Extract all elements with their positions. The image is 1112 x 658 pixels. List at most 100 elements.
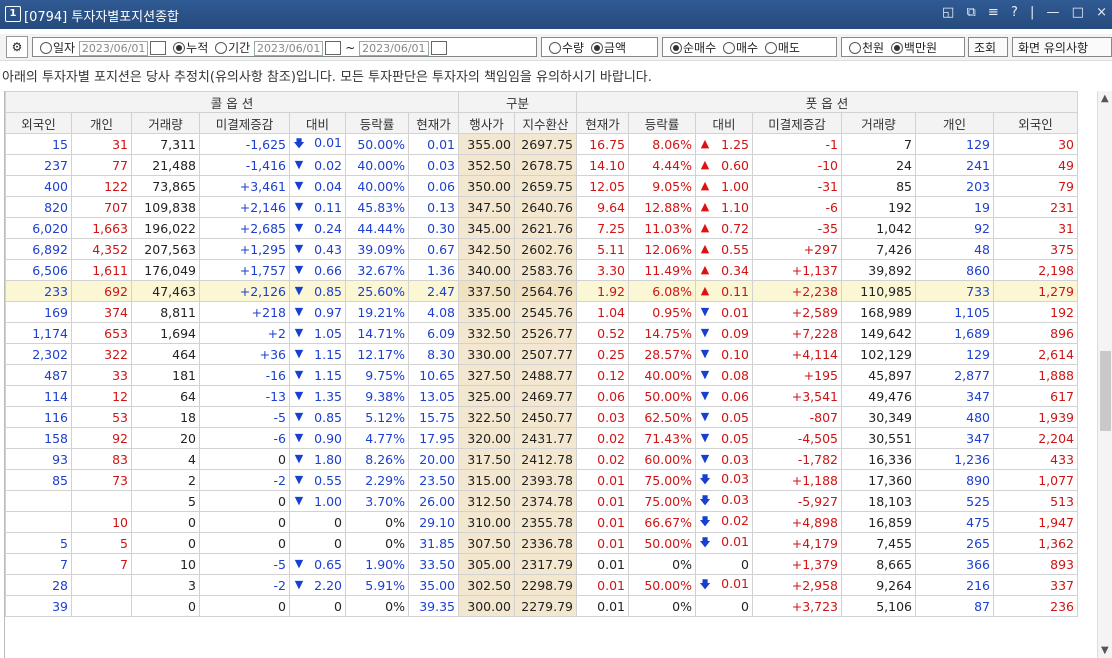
column-header[interactable]: 거래량 <box>131 112 200 134</box>
table-row[interactable]: 820 707 109,838 +2,146 ▼ 0.11 45.83% 0.13 347.50… <box>5 196 1078 218</box>
calendar-icon[interactable] <box>150 40 167 55</box>
column-header[interactable]: 거래량 <box>841 112 916 134</box>
put-oi-change-cell: -4,505 <box>752 427 842 449</box>
table-row[interactable]: 114 12 64 -13 ▼ 1.35 9.38% 13.05 325.00 2469.77 0.… <box>5 385 1078 407</box>
put-foreign-cell: 1,888 <box>993 364 1078 386</box>
call-foreign-cell: 2,302 <box>5 343 72 365</box>
table-row[interactable]: 169 374 8,811 +218 ▼ 0.97 19.21% 4.08 335.00 2545… <box>5 301 1078 323</box>
put-change-value: 1.10 <box>721 199 749 215</box>
table-body: 15 31 7,311 -1,625 🡇 0.01 50.00% 0.01 355.00 2697… <box>5 133 1078 617</box>
radio-sell[interactable]: 매도 <box>762 41 800 55</box>
put-change-value: 0.03 <box>721 491 749 507</box>
table-row[interactable]: 15 31 7,311 -1,625 🡇 0.01 50.00% 0.01 355.00 2697… <box>5 133 1078 155</box>
date-input-1[interactable]: 2023/06/01 <box>78 41 149 56</box>
call-change-value: 1.00 <box>314 493 342 509</box>
column-header[interactable]: 외국인 <box>993 112 1078 134</box>
date-input-3[interactable]: 2023/06/01 <box>359 41 429 56</box>
scroll-down-icon[interactable]: ▼ <box>1101 645 1109 656</box>
put-price-cell: 0.01 <box>576 574 629 596</box>
help-icon[interactable]: ? <box>1011 5 1019 20</box>
table-row[interactable]: 400 122 73,865 +3,461 ▼ 0.04 40.00% 0.06 350.00 2… <box>5 175 1078 197</box>
table-row[interactable]: 5 5 0 0 0 0% 31.85 307.50 2336.78 0.01 50.00% 🡇 0.01… <box>5 532 1078 554</box>
vertical-scrollbar[interactable]: ▲ ▼ <box>1097 91 1112 658</box>
radio-thousand-won[interactable]: 천원 <box>846 41 884 55</box>
table-row[interactable]: 1,174 653 1,694 +2 ▼ 1.05 14.71% 6.09 332.50 2526… <box>5 322 1078 344</box>
column-header[interactable]: 현재가 <box>576 112 629 134</box>
radio-million-won[interactable]: 백만원 <box>888 41 937 55</box>
put-foreign-cell: 893 <box>993 553 1078 575</box>
put-rate-cell: 11.49% <box>628 259 696 281</box>
maximize-icon[interactable]: □ <box>1072 5 1085 20</box>
column-header[interactable]: 행사가 <box>458 112 515 134</box>
table-row[interactable]: 85 73 2 -2 ▼ 0.55 2.29% 23.50 315.00 2393.78 0.01 7… <box>5 469 1078 491</box>
table-row[interactable]: 5 0 ▼ 1.00 3.70% 26.00 312.50 2374.78 0.01 75.00%… <box>5 490 1078 512</box>
radio-period[interactable]: 기간 <box>212 41 250 55</box>
table-row[interactable]: 233 692 47,463 +2,126 ▼ 0.85 25.60% 2.47 337.50 2… <box>5 280 1078 302</box>
strike-price-cell: 332.50 <box>458 322 515 344</box>
radio-buy[interactable]: 매수 <box>720 41 758 55</box>
calendar-icon[interactable] <box>325 40 342 55</box>
table-row[interactable]: 158 92 20 -6 ▼ 0.90 4.77% 17.95 320.00 2431.77 0.0… <box>5 427 1078 449</box>
put-foreign-cell: 1,362 <box>993 532 1078 554</box>
call-rate-cell: 3.70% <box>345 490 409 512</box>
table-row[interactable]: 487 33 181 -16 ▼ 1.15 9.75% 10.65 327.50 2488.77 0… <box>5 364 1078 386</box>
table-row[interactable]: 116 53 18 -5 ▼ 0.85 5.12% 15.75 322.50 2450.77 0.0… <box>5 406 1078 428</box>
column-header[interactable]: 등락률 <box>628 112 696 134</box>
date-input-2[interactable]: 2023/06/01 <box>254 41 324 56</box>
column-header[interactable]: 개인 <box>915 112 994 134</box>
put-oi-change-cell: +4,114 <box>752 343 842 365</box>
radio-amount[interactable]: 금액 <box>588 41 626 55</box>
table-row[interactable]: 7 7 10 -5 ▼ 0.65 1.90% 33.50 305.00 2317.79 0.01 0%… <box>5 553 1078 575</box>
column-header[interactable]: 등락률 <box>345 112 409 134</box>
column-header[interactable]: 미결제증감 <box>752 112 842 134</box>
call-volume-cell: 0 <box>131 511 200 533</box>
gear-icon[interactable]: ⚙ <box>6 36 28 58</box>
radio-daily-icon <box>40 41 52 54</box>
put-rate-cell: 66.67% <box>628 511 696 533</box>
query-button[interactable]: 조회 <box>968 37 1008 57</box>
put-volume-cell: 8,665 <box>841 553 916 575</box>
table-row[interactable]: 28 3 -2 ▼ 2.20 5.91% 35.00 302.50 2298.79 0.01 50.… <box>5 574 1078 596</box>
minimize-icon[interactable]: — <box>1047 5 1061 20</box>
down-triangle-icon: ▼ <box>294 283 304 297</box>
put-rate-cell: 40.00% <box>628 364 696 386</box>
link-window-icon[interactable]: ◱ <box>942 5 955 20</box>
scrollbar-thumb[interactable] <box>1100 351 1111 431</box>
column-header[interactable]: 대비 <box>695 112 753 134</box>
calendar-icon[interactable] <box>430 40 447 55</box>
call-individual-cell: 5 <box>71 532 132 554</box>
call-change-cell: ▼ 0.02 <box>289 154 346 176</box>
call-change-value: 0.66 <box>314 262 342 278</box>
put-change-cell: 🡇 0.03 <box>695 490 753 512</box>
column-header[interactable]: 지수환산 <box>514 112 577 134</box>
position-table: 콜 옵 션 구분 풋 옵 션 외국인 개인 거래량 미결제증감 대비 등락률 현재가 행사가 지… <box>4 91 1097 658</box>
call-oi-change-cell: +2,685 <box>199 217 290 239</box>
table-row[interactable]: 237 77 21,488 -1,416 ▼ 0.02 40.00% 0.03 352.50 26… <box>5 154 1078 176</box>
table-row[interactable]: 6,506 1,611 176,049 +1,757 ▼ 0.66 32.67% 1.36 34… <box>5 259 1078 281</box>
radio-daily[interactable]: 일자 <box>37 41 75 55</box>
column-header[interactable]: 현재가 <box>408 112 459 134</box>
close-icon[interactable]: × <box>1096 5 1108 20</box>
radio-cumulative[interactable]: 누적 <box>170 41 208 55</box>
call-rate-cell: 9.38% <box>345 385 409 407</box>
table-row[interactable]: 6,892 4,352 207,563 +1,295 ▼ 0.43 39.09% 0.67 34… <box>5 238 1078 260</box>
put-oi-change-cell: -807 <box>752 406 842 428</box>
window-number-badge: 1 <box>5 6 21 22</box>
column-header[interactable]: 개인 <box>71 112 132 134</box>
copy-window-icon[interactable]: ⧉ <box>966 5 976 20</box>
column-header[interactable]: 대비 <box>289 112 346 134</box>
radio-net-buy[interactable]: 순매수 <box>667 41 716 55</box>
menu-icon[interactable]: ≡ <box>988 5 1000 20</box>
column-header[interactable]: 외국인 <box>5 112 72 134</box>
column-header[interactable]: 미결제증감 <box>199 112 290 134</box>
put-change-cell: 0 <box>695 595 753 617</box>
table-row[interactable]: 6,020 1,663 196,022 +2,685 ▼ 0.24 44.44% 0.30 34… <box>5 217 1078 239</box>
screen-notes-button[interactable]: 화면 유의사항 <box>1012 37 1112 57</box>
radio-quantity[interactable]: 수량 <box>546 41 584 55</box>
scroll-up-icon[interactable]: ▲ <box>1101 93 1109 104</box>
put-change-cell: ▼ 0.10 <box>695 343 753 365</box>
table-row[interactable]: 2,302 322 464 +36 ▼ 1.15 12.17% 8.30 330.00 2507.… <box>5 343 1078 365</box>
table-row[interactable]: 93 83 4 0 ▼ 1.80 8.26% 20.00 317.50 2412.78 0.02 60… <box>5 448 1078 470</box>
table-row[interactable]: 10 0 0 0 0% 29.10 310.00 2355.78 0.01 66.67% 🡇 0.02… <box>5 511 1078 533</box>
table-row[interactable]: 39 0 0 0 0% 39.35 300.00 2279.79 0.01 0% 0 +3,723 5,… <box>5 595 1078 617</box>
